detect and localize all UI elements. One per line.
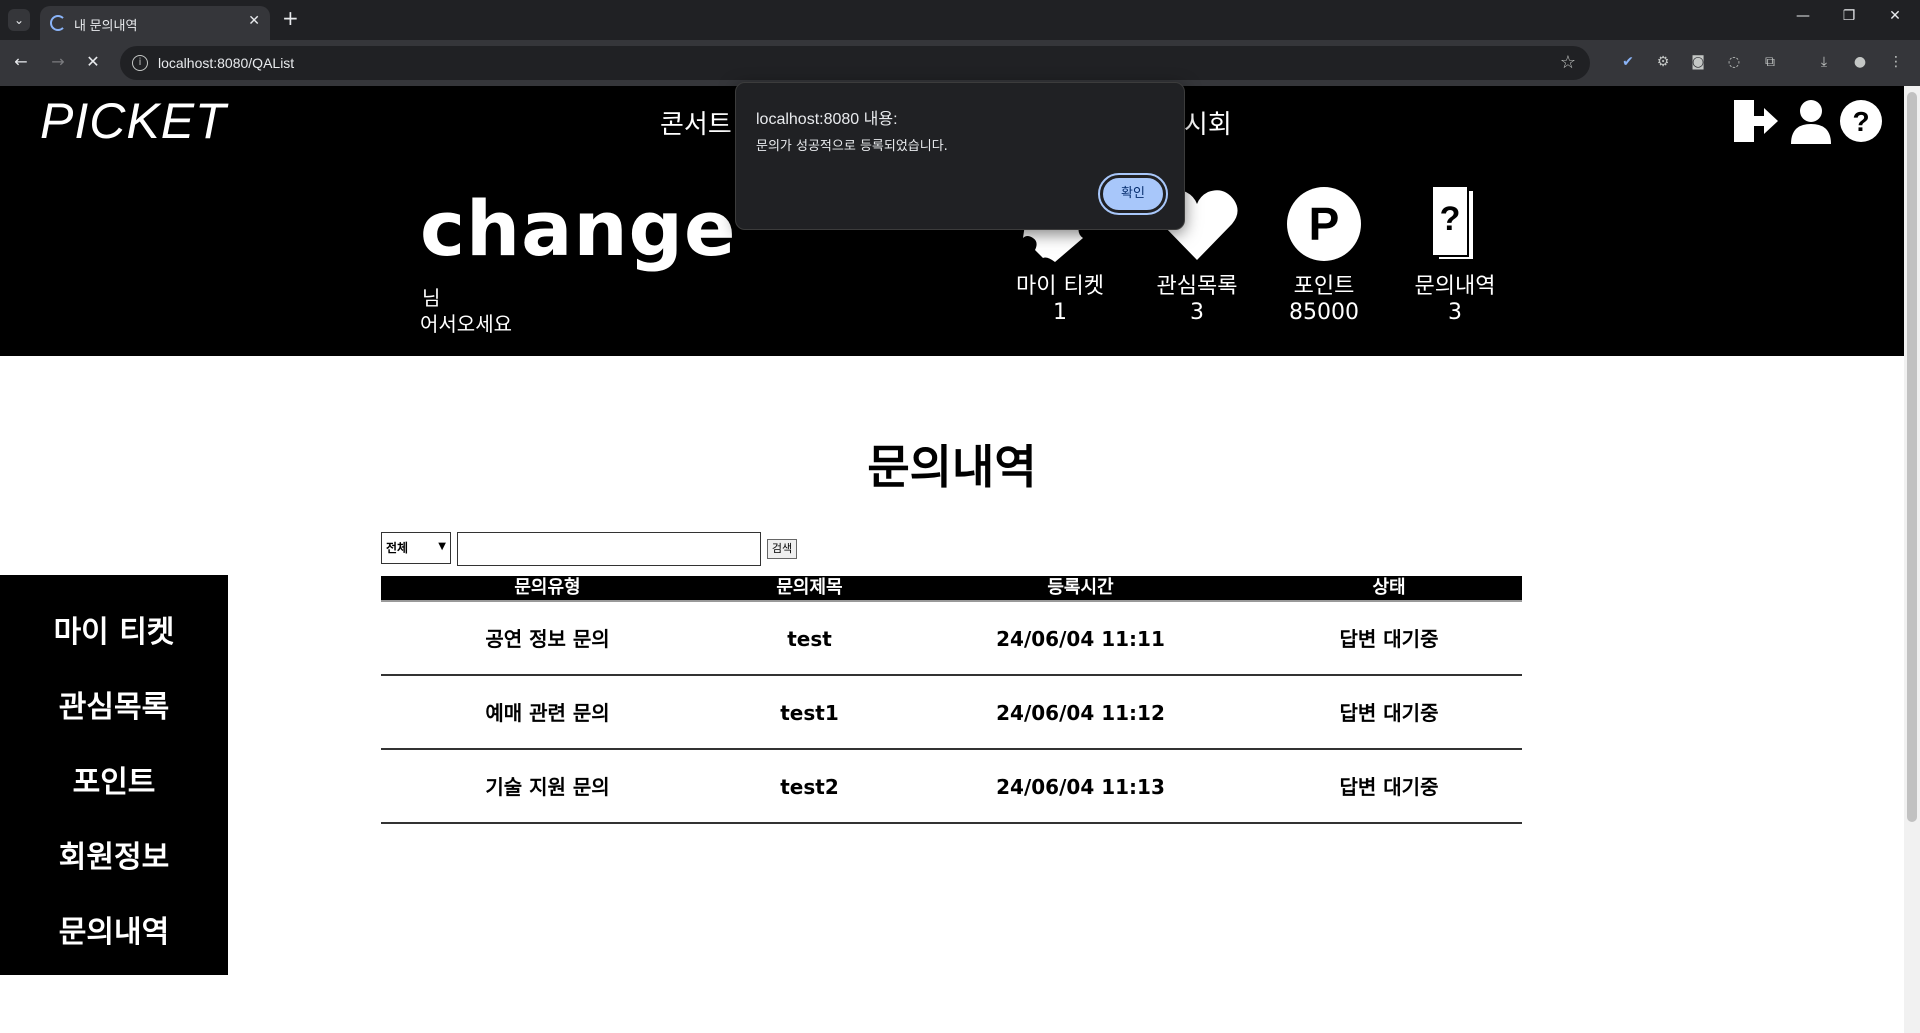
cell-status: 답변 대기중	[1339, 775, 1439, 799]
back-button[interactable]: ←	[10, 52, 32, 71]
search-type-select[interactable]: 전체 ▼	[381, 532, 451, 564]
cell-type: 공연 정보 문의	[485, 627, 610, 651]
restore-button[interactable]: ❐	[1826, 8, 1872, 24]
minimize-button[interactable]: —	[1780, 8, 1826, 24]
address-bar[interactable]: i localhost:8080/QAList ☆	[120, 46, 1590, 80]
page-scrollbar[interactable]	[1904, 86, 1920, 1033]
cell-title[interactable]: test1	[714, 676, 905, 748]
cell-status: 답변 대기중	[1339, 701, 1439, 725]
browser-toolbar: ← → ✕ i localhost:8080/QAList ☆ ✔ ⚙ ◙ ◌ …	[0, 40, 1920, 86]
profile-icon[interactable]: ●	[1850, 52, 1870, 72]
stat-label: 문의내역	[1414, 274, 1496, 299]
close-window-button[interactable]: ✕	[1872, 8, 1918, 24]
svg-text:?: ?	[1852, 106, 1869, 137]
chevron-down-icon: ▼	[438, 541, 446, 552]
logout-icon[interactable]	[1732, 98, 1778, 144]
stat-label: 포인트	[1293, 274, 1355, 299]
extension-refresh-icon[interactable]: ◌	[1724, 52, 1744, 72]
stop-loading-button[interactable]: ✕	[82, 52, 104, 71]
cell-date: 24/06/04 11:11	[996, 627, 1165, 651]
browser-tab[interactable]: 내 문의내역 ✕	[40, 6, 270, 40]
table-row[interactable]: 공연 정보 문의 test 24/06/04 11:11 답변 대기중	[381, 602, 1522, 676]
extensions-puzzle-icon[interactable]: ⧉	[1760, 52, 1780, 72]
search-button[interactable]: 검색	[767, 539, 797, 559]
cell-type: 기술 지원 문의	[485, 775, 610, 799]
site-logo[interactable]: PICKET	[40, 92, 227, 150]
browser-menu-icon[interactable]: ⋮	[1886, 52, 1906, 72]
sidebar: 마이 티켓 관심목록 포인트 회원정보 문의내역	[0, 575, 228, 975]
profile-welcome: 어서오세요	[420, 312, 512, 336]
sidebar-item-inquiry[interactable]: 문의내역	[0, 907, 228, 951]
sidebar-item-wishlist[interactable]: 관심목록	[0, 682, 228, 726]
profile-suffix: 님	[422, 286, 441, 310]
cell-title[interactable]: test	[714, 602, 905, 674]
new-tab-button[interactable]: +	[282, 6, 299, 30]
header-title: 문의제목	[776, 577, 843, 598]
extension-gear-icon[interactable]: ⚙	[1653, 52, 1673, 72]
help-icon[interactable]: ?	[1838, 98, 1884, 144]
extension-check-icon[interactable]: ✔	[1618, 52, 1638, 72]
profile-username: change	[420, 184, 737, 273]
stat-inquiry[interactable]: ? 문의내역 3	[1395, 184, 1515, 325]
dialog-ok-button[interactable]: 확인	[1098, 173, 1168, 215]
table-header: 문의유형 문의제목 등록시간 상태	[381, 576, 1522, 602]
cell-date: 24/06/04 11:13	[996, 775, 1165, 799]
header-status: 상태	[1372, 577, 1406, 598]
tab-title: 내 문의내역	[74, 18, 138, 33]
cell-type: 예매 관련 문의	[485, 701, 610, 725]
stat-label: 마이 티켓	[1016, 274, 1104, 299]
site-info-icon[interactable]: i	[132, 55, 148, 71]
loading-spinner-icon	[50, 15, 66, 31]
sidebar-item-points[interactable]: 포인트	[0, 757, 228, 801]
page-title: 문의내역	[867, 440, 1037, 494]
cell-title[interactable]: test2	[714, 750, 905, 822]
header-date: 등록시간	[1047, 577, 1114, 598]
search-input[interactable]	[457, 532, 761, 566]
bookmark-star-icon[interactable]: ☆	[1560, 52, 1576, 73]
inquiry-icon: ?	[1431, 185, 1475, 261]
sidebar-item-my-ticket[interactable]: 마이 티켓	[0, 607, 228, 651]
sidebar-item-member-info[interactable]: 회원정보	[0, 832, 228, 876]
stat-value: 3	[1448, 300, 1462, 325]
downloads-icon[interactable]: ⤓	[1814, 52, 1834, 72]
cell-date: 24/06/04 11:12	[996, 701, 1165, 725]
stat-points[interactable]: P 포인트 85000	[1264, 184, 1384, 325]
header-type: 문의유형	[514, 577, 581, 598]
mypage-user-icon[interactable]	[1788, 98, 1834, 144]
stat-label: 관심목록	[1156, 274, 1238, 299]
tab-close-icon[interactable]: ✕	[248, 13, 260, 29]
point-icon: P	[1287, 187, 1361, 261]
cell-status: 답변 대기중	[1339, 627, 1439, 651]
svg-text:P: P	[1309, 198, 1340, 250]
dialog-message: 문의가 성공적으로 등록되었습니다.	[756, 139, 948, 154]
url-text: localhost:8080/QAList	[158, 55, 295, 71]
stat-value: 1	[1053, 300, 1067, 325]
browser-tab-strip: ⌄ 내 문의내역 ✕ + — ❐ ✕	[0, 0, 1920, 40]
svg-text:?: ?	[1440, 200, 1461, 238]
forward-button[interactable]: →	[47, 52, 69, 71]
alert-dialog: localhost:8080 내용: 문의가 성공적으로 등록되었습니다. 확인	[735, 82, 1185, 230]
select-value: 전체	[386, 541, 409, 555]
table-row[interactable]: 기술 지원 문의 test2 24/06/04 11:13 답변 대기중	[381, 750, 1522, 824]
scrollbar-thumb[interactable]	[1907, 92, 1917, 822]
nav-concert[interactable]: 콘서트	[660, 104, 732, 141]
dialog-title: localhost:8080 내용:	[756, 111, 898, 128]
tab-search-button[interactable]: ⌄	[8, 9, 30, 31]
extension-camera-icon[interactable]: ◙	[1688, 52, 1708, 72]
stat-value: 3	[1190, 300, 1204, 325]
inquiry-table: 문의유형 문의제목 등록시간 상태 공연 정보 문의 test 24/06/04…	[381, 576, 1522, 824]
table-row[interactable]: 예매 관련 문의 test1 24/06/04 11:12 답변 대기중	[381, 676, 1522, 750]
stat-value: 85000	[1289, 300, 1359, 325]
